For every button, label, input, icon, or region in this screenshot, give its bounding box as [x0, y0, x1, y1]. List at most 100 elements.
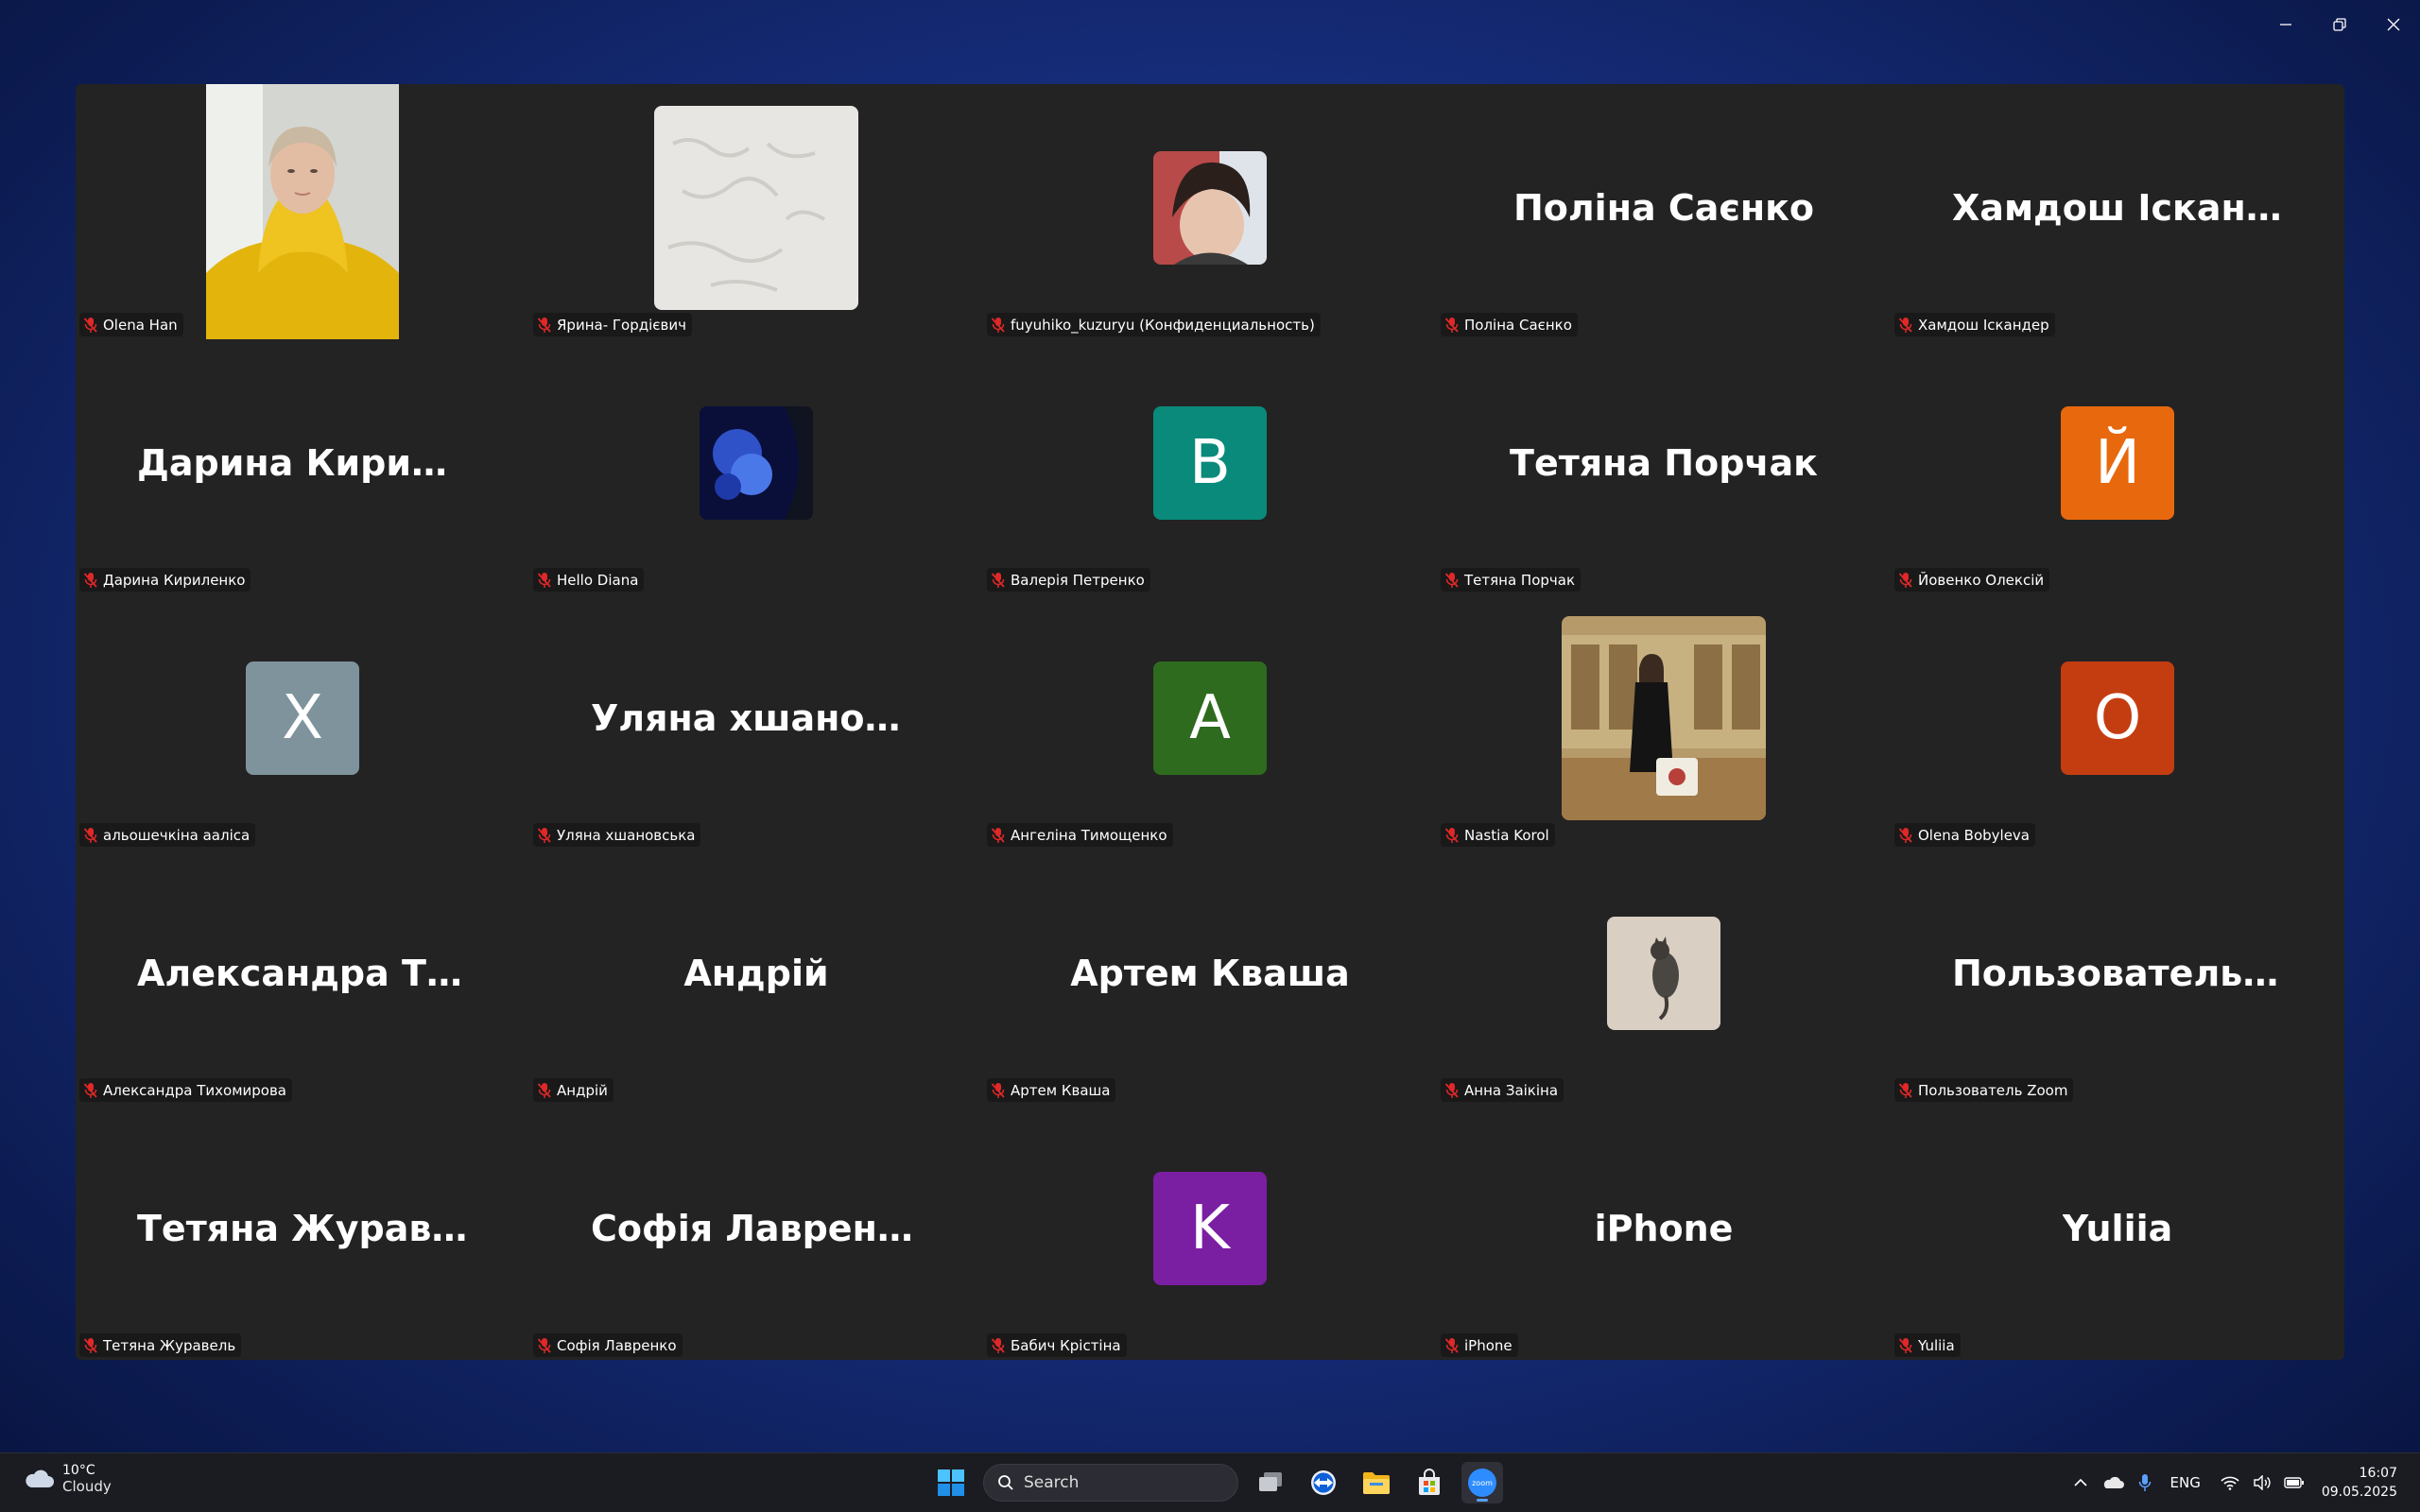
participant-tile[interactable]: iPhone iPhone — [1437, 1105, 1891, 1360]
microphone-muted-icon — [1898, 317, 1913, 334]
microphone-icon — [2138, 1474, 2151, 1491]
participant-tile[interactable]: Тетяна Журавель Тетяна Журавель — [76, 1105, 529, 1360]
clock[interactable]: 16:07 09.05.2025 — [2322, 1464, 2397, 1502]
participant-tile[interactable]: X альошечкіна ааліса — [76, 594, 529, 850]
battery-button[interactable] — [2278, 1476, 2310, 1489]
participant-tile[interactable]: Хамдош Іскандер Хамдош Іскандер — [1891, 84, 2344, 339]
participant-name-label: Бабич Крістіна — [987, 1333, 1127, 1357]
folder-icon — [1363, 1472, 1390, 1494]
battery-icon — [2284, 1477, 2304, 1488]
participant-name-display: Уляна хшановська — [591, 697, 922, 739]
participant-tile[interactable]: Уляна хшановська Уляна хшановська — [529, 594, 983, 850]
participant-tile[interactable]: Андрій Андрій — [529, 850, 983, 1105]
task-view-button[interactable] — [1250, 1462, 1291, 1503]
clock-date: 09.05.2025 — [2321, 1485, 2397, 1500]
taskbar-apps: Search zoom — [930, 1462, 1503, 1503]
participant-display — [529, 84, 983, 332]
participant-display: Уляна хшановська — [529, 594, 983, 842]
weather-widget[interactable]: 10°C Cloudy — [23, 1463, 112, 1495]
participant-tile[interactable]: A Ангеліна Тимощенко — [983, 594, 1437, 850]
participant-name: Olena Bobyleva — [1918, 826, 2031, 844]
zoom-button[interactable]: zoom — [1461, 1462, 1503, 1503]
participant-tile[interactable]: Артем Кваша Артем Кваша — [983, 850, 1437, 1105]
participant-tile[interactable]: B Валерія Петренко — [983, 339, 1437, 594]
participant-video — [206, 84, 399, 339]
participant-photo — [1607, 917, 1720, 1030]
participant-name-display: Тетяна Журавель — [137, 1208, 468, 1249]
participant-tile[interactable]: O Olena Bobyleva — [1891, 594, 2344, 850]
gallery-grid: Olena Han Ярина- Гордієвич fuyuhiko_kuzu… — [76, 84, 2344, 1360]
file-explorer-button[interactable] — [1356, 1462, 1397, 1503]
participant-tile[interactable]: Поліна Саєнко Поліна Саєнко — [1437, 84, 1891, 339]
participant-display: Й — [1891, 339, 2344, 587]
teamviewer-button[interactable] — [1303, 1462, 1344, 1503]
microphone-muted-icon — [1898, 572, 1913, 589]
volume-button[interactable] — [2246, 1475, 2278, 1490]
participant-photo — [1562, 616, 1766, 820]
participant-name: Йовенко Олексій — [1918, 571, 2045, 589]
participant-display: Андрій — [529, 850, 983, 1097]
participant-name-label: Пользователь Zoom — [1894, 1078, 2074, 1102]
participant-display: Дарина Кириленко — [76, 339, 529, 587]
microsoft-store-button[interactable] — [1409, 1462, 1450, 1503]
microphone-button[interactable] — [2129, 1473, 2161, 1492]
texture-photo — [654, 106, 858, 310]
participant-name: альошечкіна ааліса — [103, 826, 251, 844]
participant-name: Тетяна Порчак — [1464, 571, 1576, 589]
participant-tile[interactable]: fuyuhiko_kuzuryu (Конфиденциальность) — [983, 84, 1437, 339]
participant-display — [1437, 594, 1891, 842]
minimize-button[interactable] — [2258, 0, 2312, 49]
participant-name-display: Тетяна Порчак — [1510, 442, 1818, 484]
participant-display: Тетяна Журавель — [76, 1105, 529, 1352]
participant-tile[interactable]: Nastia Korol — [1437, 594, 1891, 850]
participant-tile[interactable]: Анна Заікіна — [1437, 850, 1891, 1105]
microphone-muted-icon — [537, 1337, 552, 1354]
participant-display — [529, 339, 983, 587]
participant-display — [1437, 850, 1891, 1097]
microphone-muted-icon — [83, 1337, 98, 1354]
start-button[interactable] — [930, 1462, 972, 1503]
participant-name-label: Артем Кваша — [987, 1078, 1116, 1102]
participant-name: Поліна Саєнко — [1464, 316, 1572, 334]
profile-photo — [1562, 616, 1766, 820]
input-language[interactable]: ENG — [2170, 1474, 2201, 1491]
camera-feed-image — [206, 84, 399, 339]
wifi-button[interactable] — [2214, 1475, 2246, 1490]
microphone-muted-icon — [1898, 827, 1913, 844]
participant-name-display: Дарина Кириленко — [137, 442, 468, 484]
participant-name-label: Уляна хшановська — [533, 823, 701, 847]
restore-button[interactable] — [2312, 0, 2366, 49]
show-hidden-icons-button[interactable] — [2065, 1477, 2097, 1488]
microphone-muted-icon — [83, 827, 98, 844]
participant-tile[interactable]: Й Йовенко Олексій — [1891, 339, 2344, 594]
taskbar: 10°C Cloudy Search zoom ENG 16:07 09.05.… — [0, 1452, 2420, 1512]
participant-tile[interactable]: Дарина Кириленко Дарина Кириленко — [76, 339, 529, 594]
store-icon — [1419, 1469, 1440, 1495]
window-controls — [2258, 0, 2420, 49]
onedrive-button[interactable] — [2097, 1475, 2129, 1490]
microphone-muted-icon — [991, 827, 1006, 844]
participant-tile[interactable]: Hello Diana — [529, 339, 983, 594]
minimize-icon — [2279, 24, 2291, 26]
participant-tile[interactable]: Софія Лавренко Софія Лавренко — [529, 1105, 983, 1360]
participant-tile[interactable]: Пользователь Zoom Пользователь Zoom — [1891, 850, 2344, 1105]
svg-text:zoom: zoom — [1472, 1479, 1493, 1487]
participant-tile[interactable]: K Бабич Крістіна — [983, 1105, 1437, 1360]
participant-tile[interactable]: Olena Han — [76, 84, 529, 339]
participant-tile[interactable]: Тетяна Порчак Тетяна Порчак — [1437, 339, 1891, 594]
close-button[interactable] — [2366, 0, 2420, 49]
participant-tile[interactable]: Yuliia Yuliia — [1891, 1105, 2344, 1360]
participant-name-label: Анна Заікіна — [1441, 1078, 1564, 1102]
participant-name-label: iPhone — [1441, 1333, 1518, 1357]
participant-tile[interactable]: Александра Тихомирова Александра Тихомир… — [76, 850, 529, 1105]
taskbar-search[interactable]: Search — [983, 1464, 1238, 1502]
participant-tile[interactable]: Ярина- Гордієвич — [529, 84, 983, 339]
participant-name: fuyuhiko_kuzuryu (Конфиденциальность) — [1011, 316, 1315, 334]
participant-name: Валерія Петренко — [1011, 571, 1145, 589]
participant-name-display: Софія Лавренко — [591, 1208, 922, 1249]
participant-name: Андрій — [557, 1081, 608, 1099]
participant-name-display: Андрій — [683, 953, 829, 994]
microphone-muted-icon — [991, 572, 1006, 589]
participant-name-display: Хамдош Іскандер — [1952, 187, 2283, 229]
profile-photo — [1153, 151, 1267, 265]
